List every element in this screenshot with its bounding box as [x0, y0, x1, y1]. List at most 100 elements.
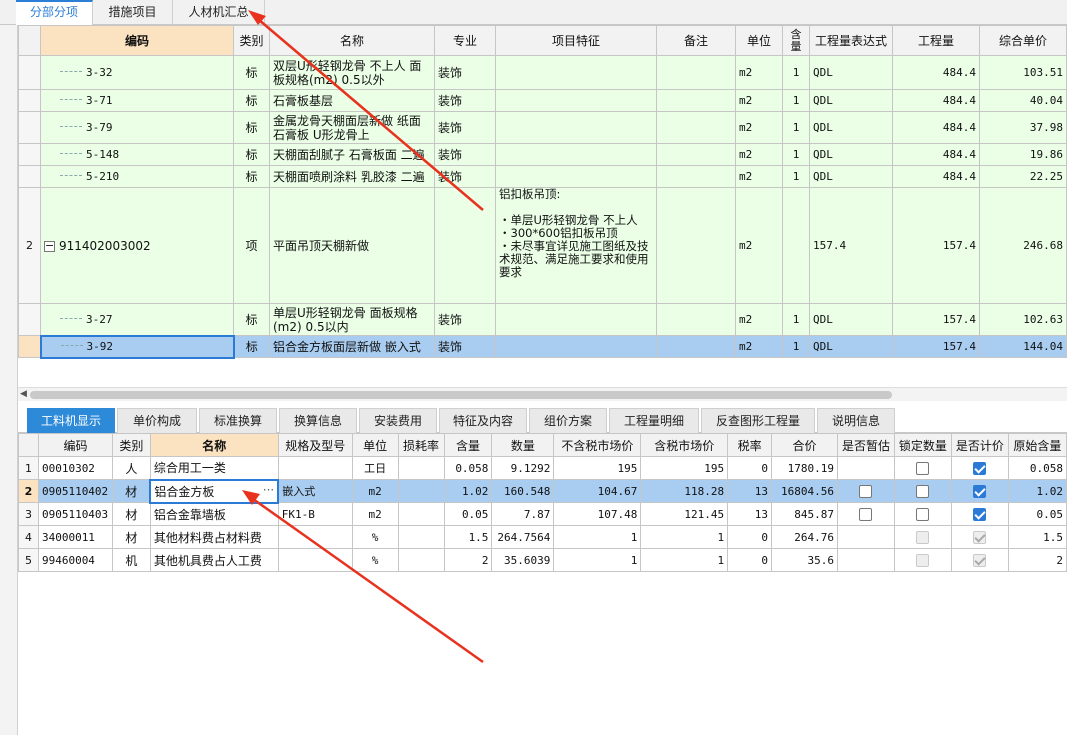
item-quantity[interactable]: 484.4 — [892, 89, 980, 112]
material-original-ratio[interactable]: 0.05 — [1007, 502, 1067, 526]
item-unit-price[interactable]: 103.51 — [979, 55, 1067, 90]
material-row[interactable]: 2 0905110402 材 铝合金方板 ··· 嵌入式 m2 1.02 160.548 104.… — [18, 478, 1067, 504]
item-feature[interactable] — [495, 303, 657, 336]
material-tax-rate[interactable]: 0 — [727, 456, 773, 480]
material-type[interactable]: 人 — [111, 456, 151, 480]
material-price-ex-tax[interactable]: 195 — [553, 456, 642, 480]
col-unit-header[interactable]: 单位 — [735, 25, 783, 56]
material-spec[interactable] — [277, 525, 353, 549]
item-code[interactable]: −911402003002 — [40, 187, 234, 304]
material-loss[interactable] — [397, 479, 445, 503]
col-note-header[interactable]: 备注 — [656, 25, 736, 56]
item-expression[interactable]: QDL — [809, 165, 893, 188]
col-type-header[interactable]: 类别 — [111, 433, 151, 457]
col-code-header[interactable]: 编码 — [37, 433, 113, 457]
item-note[interactable] — [656, 143, 736, 166]
item-unit[interactable]: m2 — [735, 143, 783, 166]
col-orig-ratio-header[interactable]: 原始含量 — [1007, 433, 1067, 457]
material-ratio[interactable]: 0.05 — [443, 502, 493, 526]
item-expression[interactable]: QDL — [809, 303, 893, 336]
item-quantity[interactable]: 157.4 — [892, 303, 980, 336]
material-spec[interactable]: 嵌入式 — [277, 479, 353, 503]
item-row[interactable]: 3-71 标石膏板基层 装饰 m2 1 QDL 484.4 40.04 — [18, 89, 1067, 112]
tab-reverse-graphic[interactable]: 反查图形工程量 — [701, 408, 815, 433]
material-unit[interactable]: % — [351, 548, 399, 572]
tab-measures[interactable]: 措施项目 — [93, 0, 173, 25]
material-code[interactable]: 00010302 — [37, 456, 113, 480]
item-ratio[interactable]: 1 — [782, 111, 810, 144]
tab-all-items[interactable]: 分部分项 — [16, 0, 93, 25]
col-unit-header[interactable]: 单位 — [351, 433, 399, 457]
item-unit[interactable]: m2 — [735, 165, 783, 188]
item-row[interactable]: 5-148 标天棚面刮腻子 石膏板面 二遍 装饰 m2 1 QDL 484.4 19.86 — [18, 143, 1067, 166]
item-major[interactable]: 装饰 — [434, 89, 496, 112]
material-total[interactable]: 1780.19 — [771, 456, 838, 480]
item-name[interactable]: 天棚面喷刷涂料 乳胶漆 二遍 — [269, 165, 435, 188]
tab-qty-detail[interactable]: 工程量明细 — [609, 408, 699, 433]
item-unit[interactable]: m2 — [735, 55, 783, 90]
material-total[interactable]: 264.76 — [771, 525, 838, 549]
item-feature[interactable] — [495, 55, 657, 90]
tab-feature-content[interactable]: 特征及内容 — [439, 408, 527, 433]
material-total[interactable]: 16804.56 — [771, 479, 838, 503]
item-feature[interactable] — [495, 335, 657, 358]
col-name-header[interactable]: 名称 — [269, 25, 435, 56]
col-type-header[interactable]: 类别 — [233, 25, 270, 56]
item-type[interactable]: 标 — [233, 111, 270, 144]
item-unit-price[interactable]: 102.63 — [979, 303, 1067, 336]
lock-quantity-checkbox[interactable] — [916, 485, 930, 498]
item-name[interactable]: 石膏板基层 — [269, 89, 435, 112]
material-tax-rate[interactable]: 13 — [727, 479, 773, 503]
material-unit[interactable]: 工日 — [351, 456, 399, 480]
item-code[interactable]: 3-27 — [40, 303, 234, 336]
item-feature[interactable] — [495, 111, 657, 144]
material-type[interactable]: 材 — [111, 502, 151, 526]
material-spec[interactable] — [277, 456, 353, 480]
item-major[interactable]: 装饰 — [434, 303, 496, 336]
item-type[interactable]: 标 — [233, 55, 270, 90]
material-original-ratio[interactable]: 0.058 — [1007, 456, 1067, 480]
is-priced-checkbox[interactable] — [973, 462, 987, 475]
material-price-in-tax[interactable]: 195 — [640, 456, 729, 480]
material-name[interactable]: 综合用工一类 — [149, 456, 279, 480]
col-estimate-header[interactable]: 是否暂估 — [836, 433, 895, 457]
col-ratio-header[interactable]: 含量 — [782, 25, 810, 56]
item-type[interactable]: 标 — [233, 89, 270, 112]
material-code[interactable]: 0905110402 — [37, 479, 113, 503]
item-unit[interactable]: m2 — [735, 303, 783, 336]
material-price-ex-tax[interactable]: 104.67 — [553, 479, 642, 503]
tab-material-summary[interactable]: 人材机汇总 — [173, 0, 265, 25]
material-price-in-tax[interactable]: 121.45 — [640, 502, 729, 526]
item-unit[interactable]: m2 — [735, 335, 783, 358]
material-row[interactable]: 1 00010302 人综合用工一类 工日 0.058 9.1292 195 195 0 1780… — [18, 456, 1067, 480]
item-note[interactable] — [656, 335, 736, 358]
col-price-ex-header[interactable]: 不含税市场价 — [553, 433, 642, 457]
item-major[interactable]: 装饰 — [434, 165, 496, 188]
material-count[interactable]: 160.548 — [491, 479, 555, 503]
material-spec[interactable] — [277, 548, 353, 572]
material-name[interactable]: 铝合金靠墙板 — [149, 502, 279, 526]
col-loss-header[interactable]: 损耗率 — [397, 433, 445, 457]
material-price-ex-tax[interactable]: 107.48 — [553, 502, 642, 526]
item-feature[interactable]: 铝扣板吊顶: ・单层U形轻钢龙骨 不上人 ・300*600铝扣板吊顶 ・未尽事宜… — [495, 187, 657, 304]
material-type[interactable]: 材 — [111, 525, 151, 549]
material-original-ratio[interactable]: 1.5 — [1007, 525, 1067, 549]
item-row[interactable]: 3-27 标单层U形轻钢龙骨 面板规格(m2) 0.5以内 装饰 m2 1 QDL 157.… — [18, 303, 1067, 336]
horizontal-scrollbar[interactable]: ◀ — [18, 387, 1067, 401]
item-quantity[interactable]: 484.4 — [892, 111, 980, 144]
item-name[interactable]: 平面吊顶天棚新做 — [269, 187, 435, 304]
item-unit-price[interactable]: 19.86 — [979, 143, 1067, 166]
item-quantity[interactable]: 484.4 — [892, 55, 980, 90]
item-unit-price[interactable]: 144.04 — [979, 335, 1067, 358]
more-options-icon[interactable]: ··· — [263, 483, 274, 497]
material-loss[interactable] — [397, 525, 445, 549]
material-ratio[interactable]: 2 — [443, 548, 493, 572]
item-row[interactable]: 3-79 标金属龙骨天棚面层新做 纸面石膏板 U形龙骨上 装饰 m2 1 QDL 484.4… — [18, 111, 1067, 144]
material-loss[interactable] — [397, 456, 445, 480]
col-priced-header[interactable]: 是否计价 — [950, 433, 1009, 457]
col-qty-header[interactable]: 工程量 — [892, 25, 980, 56]
col-name-header[interactable]: 名称 — [149, 433, 279, 457]
item-name[interactable]: 铝合金方板面层新做 嵌入式 — [269, 335, 435, 358]
item-note[interactable] — [656, 303, 736, 336]
item-row[interactable]: 3-32 标双层U形轻钢龙骨 不上人 面板规格(m2) 0.5以外 装饰 m2 1 QDL… — [18, 55, 1067, 90]
